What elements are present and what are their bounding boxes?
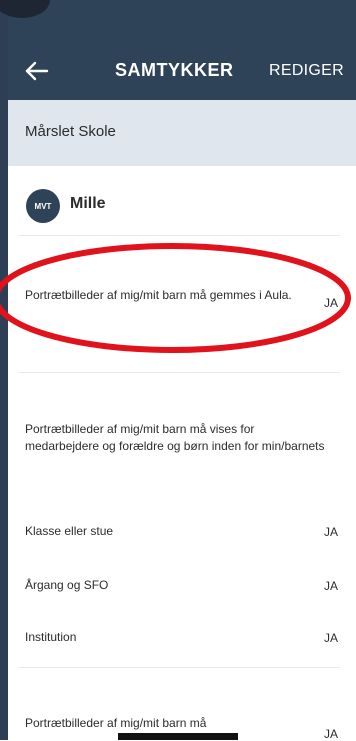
school-name: Mårslet Skole (25, 123, 116, 140)
divider (18, 667, 340, 668)
arrow-left-icon (25, 61, 49, 81)
profile-row: MVT Mille (8, 166, 356, 236)
page-title: SAMTYKKER (115, 60, 234, 80)
consent-show-text: Portrætbilleder af mig/mit barn må vises… (25, 422, 325, 453)
school-section-header: Mårslet Skole (8, 100, 356, 166)
top-navigation-bar: SAMTYKKER REDIGER (8, 0, 356, 100)
divider (18, 235, 340, 236)
consent-next-text: Portrætbilleder af mig/mit barn må (25, 716, 207, 730)
consent-class-text: Klasse eller stue (25, 524, 114, 538)
consent-institution-text: Institution (25, 630, 77, 644)
consent-year-value: JA (323, 579, 338, 593)
home-indicator (118, 733, 238, 740)
consent-store-value: JA (323, 296, 338, 310)
consent-year-text: Årgang og SFO (25, 578, 109, 592)
profile-name: Mille (70, 195, 106, 212)
back-button[interactable] (22, 56, 52, 86)
window-frame-left (0, 0, 8, 740)
divider (18, 372, 340, 373)
consent-institution-value: JA (323, 631, 338, 645)
edit-button[interactable]: REDIGER (269, 62, 344, 80)
consent-class-value: JA (323, 525, 338, 539)
consent-next-value: JA (323, 727, 338, 741)
avatar: MVT (26, 189, 60, 223)
consent-store-text: Portrætbilleder af mig/mit barn må gemme… (25, 288, 292, 302)
